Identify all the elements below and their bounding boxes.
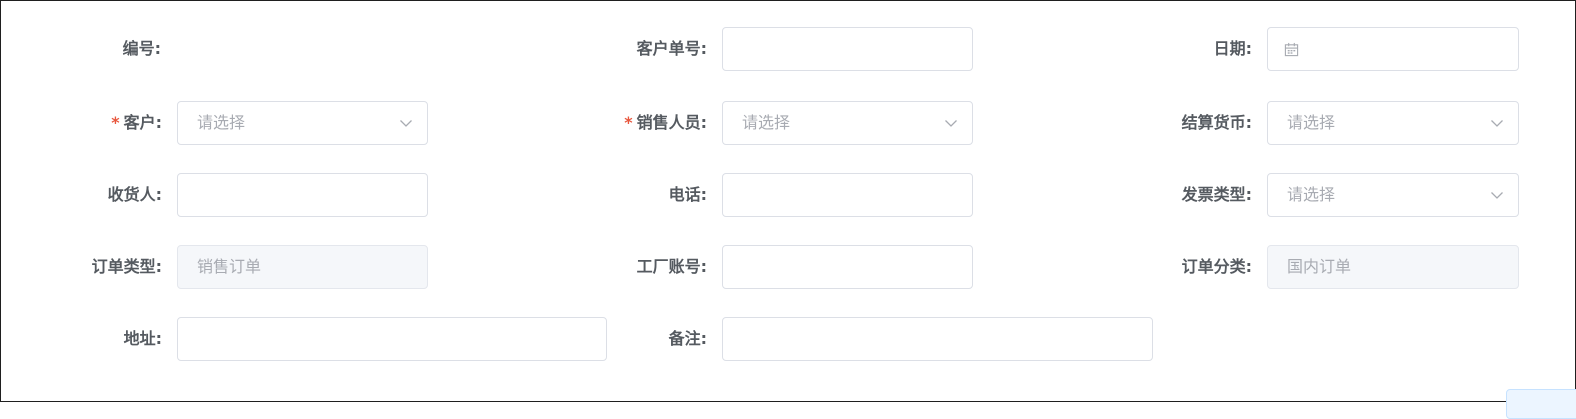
salesperson-select[interactable]: 请选择: [722, 101, 973, 145]
date-picker[interactable]: [1267, 27, 1519, 71]
required-mark: *: [624, 113, 633, 132]
customer-select[interactable]: 请选择: [177, 101, 428, 145]
factory-account-label: 工厂账号:: [636, 257, 707, 276]
chevron-down-icon: [945, 120, 957, 127]
required-mark: *: [111, 113, 120, 132]
phone-label: 电话:: [668, 185, 707, 204]
customer-order-no-label: 客户单号:: [636, 39, 707, 58]
currency-label: 结算货币:: [1181, 113, 1252, 132]
address-label: 地址:: [123, 329, 162, 348]
customer-select-placeholder: 请选择: [197, 113, 246, 132]
salesperson-select-placeholder: 请选择: [742, 113, 791, 132]
chevron-down-icon: [1491, 120, 1503, 127]
invoice-type-label: 发票类型:: [1181, 185, 1252, 204]
order-form-panel: 编号: 客户单号: 日期: * 客户: 请选择 * 销售人员: 请选择 结算货币: …: [0, 0, 1576, 419]
salesperson-label: * 销售人员:: [624, 113, 707, 132]
address-input[interactable]: [177, 317, 607, 361]
partial-button[interactable]: [1506, 389, 1576, 419]
receiver-label: 收货人:: [107, 185, 162, 204]
calendar-icon: [1284, 42, 1299, 57]
phone-input[interactable]: [722, 173, 973, 217]
order-category-label: 订单分类:: [1181, 257, 1252, 276]
number-label: 编号:: [122, 39, 161, 58]
order-type-label: 订单类型:: [91, 257, 162, 276]
invoice-type-select-placeholder: 请选择: [1287, 185, 1336, 204]
invoice-type-select[interactable]: 请选择: [1267, 173, 1519, 217]
customer-order-no-input[interactable]: [722, 27, 973, 71]
currency-select[interactable]: 请选择: [1267, 101, 1519, 145]
remark-input[interactable]: [722, 317, 1153, 361]
customer-label: * 客户:: [111, 113, 162, 132]
currency-select-placeholder: 请选择: [1287, 113, 1336, 132]
factory-account-input[interactable]: [722, 245, 973, 289]
order-category-input[interactable]: 国内订单: [1267, 245, 1519, 289]
receiver-input[interactable]: [177, 173, 428, 217]
chevron-down-icon: [1491, 192, 1503, 199]
chevron-down-icon: [400, 120, 412, 127]
remark-label: 备注:: [668, 329, 707, 348]
order-type-input[interactable]: 销售订单: [177, 245, 428, 289]
date-label: 日期:: [1213, 39, 1252, 58]
